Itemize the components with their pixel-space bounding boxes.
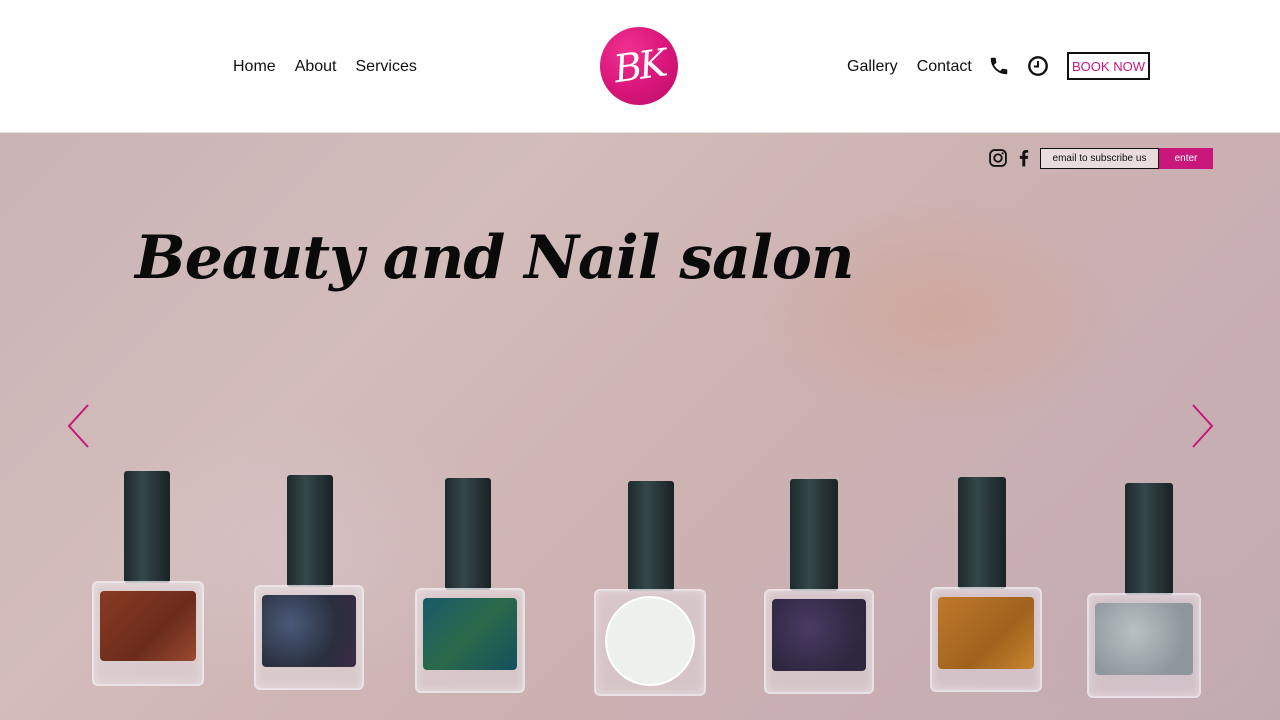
facebook-icon[interactable]	[1014, 148, 1034, 168]
nav-services-link[interactable]: Services	[356, 57, 417, 76]
subscribe-form: enter	[1040, 148, 1213, 169]
logo[interactable]: BK	[600, 27, 678, 105]
nail-polish-bottle	[254, 475, 364, 690]
nail-polish-bottle	[92, 471, 204, 686]
subscribe-enter-button[interactable]: enter	[1159, 148, 1213, 169]
nail-polish-bottle	[594, 481, 706, 696]
nav-contact-link[interactable]: Contact	[917, 57, 972, 76]
book-now-button[interactable]: BOOK NOW	[1067, 52, 1150, 80]
chevron-right-icon[interactable]	[1189, 403, 1215, 449]
instagram-icon[interactable]	[988, 148, 1008, 168]
subscribe-email-input[interactable]	[1040, 148, 1159, 169]
hero-title: Beauty and Nail salon	[135, 223, 854, 293]
nav-gallery-link[interactable]: Gallery	[847, 57, 898, 76]
nav-about-link[interactable]: About	[295, 57, 337, 76]
hero-slider: enter Beauty and Nail salon	[0, 133, 1280, 720]
nail-polish-bottle	[415, 478, 525, 693]
nav-right: Gallery Contact	[847, 57, 972, 76]
nav-left: Home About Services	[233, 57, 417, 76]
chevron-left-icon[interactable]	[66, 403, 92, 449]
site-header: Home About Services BK Gallery Contact B…	[0, 0, 1280, 133]
phone-icon[interactable]	[988, 55, 1010, 77]
nail-polish-bottle	[1087, 483, 1201, 698]
nail-polish-bottle	[764, 479, 874, 694]
logo-text: BK	[611, 40, 667, 92]
nail-polish-bottle	[930, 477, 1042, 692]
clock-icon[interactable]	[1027, 55, 1049, 77]
nav-home-link[interactable]: Home	[233, 57, 276, 76]
